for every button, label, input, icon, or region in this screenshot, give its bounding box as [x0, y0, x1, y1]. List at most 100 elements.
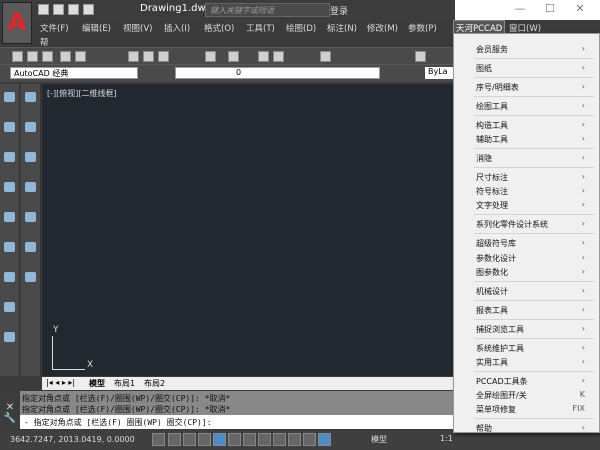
menu-item[interactable]: 报表工具 › — [476, 305, 591, 317]
print-icon[interactable] — [60, 51, 71, 62]
menu-insert[interactable]: 插入(I) — [164, 22, 190, 34]
infer-icon[interactable] — [152, 433, 165, 446]
trim-icon[interactable] — [25, 212, 36, 222]
ortho-icon[interactable] — [198, 433, 211, 446]
menu-item[interactable]: 捕捉浏览工具 › — [476, 324, 591, 336]
fillet-icon[interactable] — [25, 242, 36, 252]
copy-icon[interactable] — [143, 51, 154, 62]
command-line-handle[interactable]: ✕ 🔧 — [0, 391, 20, 429]
menu-format[interactable]: 格式(O) — [204, 22, 234, 34]
command-input[interactable]: - 指定对角点或 [栏选(F) 圈围(WP) 圈交(CP)]: — [20, 415, 455, 429]
viewport-label[interactable]: [-][俯视][二维线框] — [47, 88, 117, 99]
preview-icon[interactable] — [75, 51, 86, 62]
tab-layout2[interactable]: 布局2 — [144, 378, 165, 389]
lineweight-icon[interactable] — [303, 433, 316, 446]
table-icon[interactable] — [4, 302, 15, 312]
search-input[interactable]: 键入关键字或短语 — [205, 3, 330, 17]
menu-item[interactable]: 符号标注 › — [476, 186, 591, 198]
line-icon[interactable] — [4, 92, 15, 102]
text-icon[interactable] — [4, 332, 15, 342]
menu-item[interactable]: 系统维护工具 › — [476, 343, 591, 355]
help-icon[interactable] — [415, 51, 426, 62]
annotation-scale[interactable]: 1:1 — [440, 434, 453, 443]
new-icon[interactable] — [12, 51, 23, 62]
arc-icon[interactable] — [4, 212, 15, 222]
menu-edit[interactable]: 编辑(E) — [82, 22, 111, 34]
cut-icon[interactable] — [128, 51, 139, 62]
menu-item[interactable]: 构造工具 › — [476, 120, 591, 132]
menu-item[interactable]: 帮助 › — [476, 423, 591, 435]
ducs-icon[interactable] — [273, 433, 286, 446]
properties-icon[interactable] — [320, 51, 331, 62]
menu-tools[interactable]: 工具(T) — [246, 22, 275, 34]
login-button[interactable]: 登录 — [330, 4, 348, 17]
redo-icon[interactable] — [228, 51, 239, 62]
minimize-button[interactable]: — — [510, 2, 530, 18]
tab-model[interactable]: 模型 — [89, 378, 105, 389]
menu-item[interactable]: 序号/明细表 › — [476, 82, 591, 94]
move-icon[interactable] — [25, 122, 36, 132]
model-button[interactable]: 模型 — [371, 434, 387, 445]
menu-item[interactable]: 图纸 › — [476, 63, 591, 75]
menu-item[interactable]: 机械设计 › — [476, 286, 591, 298]
menu-item[interactable]: 实用工具 › — [476, 357, 591, 369]
maximize-button[interactable]: ☐ — [540, 2, 560, 18]
menu-item[interactable]: 绘图工具 › — [476, 101, 591, 113]
menu-item[interactable]: 尺寸标注 › — [476, 172, 591, 184]
menu-view[interactable]: 视图(V) — [123, 22, 152, 34]
menu-item[interactable]: 参数化设计 › — [476, 253, 591, 265]
3d-osnap-icon[interactable] — [243, 433, 256, 446]
paste-icon[interactable] — [158, 51, 169, 62]
open-icon[interactable] — [53, 4, 64, 15]
menu-item[interactable]: PCCAD工具条 › — [476, 376, 591, 388]
menu-file[interactable]: 文件(F) — [40, 22, 69, 34]
polyline-icon[interactable] — [4, 122, 15, 132]
new-icon[interactable] — [38, 4, 49, 15]
close-button[interactable]: ✕ — [570, 2, 590, 18]
menu-item[interactable]: 会员服务 › — [476, 44, 591, 56]
pan-icon[interactable] — [258, 51, 269, 62]
rectangle-icon[interactable] — [4, 152, 15, 162]
menu-item[interactable]: 消隐 › — [476, 153, 591, 165]
hatch-icon[interactable] — [4, 242, 15, 252]
transparency-icon[interactable] — [318, 433, 331, 446]
drawing-canvas[interactable] — [42, 84, 455, 376]
save-icon[interactable] — [42, 51, 53, 62]
otrack-icon[interactable] — [258, 433, 271, 446]
menu-item[interactable]: 文字处理 › — [476, 200, 591, 212]
workspace-select[interactable]: AutoCAD 经典 — [10, 67, 138, 79]
menu-item[interactable]: 图参数化 › — [476, 267, 591, 279]
menu-item[interactable]: 菜单项修复 FIX — [476, 404, 591, 416]
menu-item[interactable]: 辅助工具 › — [476, 134, 591, 146]
close-icon[interactable]: ✕ — [0, 402, 20, 413]
app-menu-button[interactable]: A — [2, 2, 32, 44]
erase-icon[interactable] — [25, 92, 36, 102]
osnap-icon[interactable] — [228, 433, 241, 446]
menu-parametric[interactable]: 参数(P) — [408, 22, 437, 34]
menu-draw[interactable]: 绘图(D) — [286, 22, 316, 34]
menu-dimension[interactable]: 标注(N) — [327, 22, 357, 34]
color-select[interactable]: ByLa — [425, 67, 455, 79]
zoom-icon[interactable] — [273, 51, 284, 62]
dyn-icon[interactable] — [288, 433, 301, 446]
tab-layout1[interactable]: 布局1 — [114, 378, 135, 389]
menu-item[interactable]: 全屏绘图开/关 K — [476, 390, 591, 402]
menu-item[interactable]: 超级符号库 › — [476, 238, 591, 250]
wrench-icon[interactable]: 🔧 — [0, 413, 20, 424]
explode-icon[interactable] — [25, 272, 36, 282]
grid-icon[interactable] — [183, 433, 196, 446]
snap-icon[interactable] — [168, 433, 181, 446]
rotate-icon[interactable] — [25, 152, 36, 162]
menu-item[interactable]: 系列化零件设计系统 › — [476, 219, 591, 231]
undo-icon[interactable] — [205, 51, 216, 62]
open-icon[interactable] — [27, 51, 38, 62]
menu-modify[interactable]: 修改(M) — [367, 22, 398, 34]
tab-nav-arrows[interactable]: |◂ ◂ ▸ ▸| — [46, 378, 75, 387]
layer-select[interactable]: 0 — [175, 67, 380, 79]
scale-icon[interactable] — [25, 182, 36, 192]
polar-icon[interactable] — [213, 433, 226, 446]
save-icon[interactable] — [68, 4, 79, 15]
circle-icon[interactable] — [4, 182, 15, 192]
block-icon[interactable] — [4, 272, 15, 282]
save-as-icon[interactable] — [83, 4, 94, 15]
